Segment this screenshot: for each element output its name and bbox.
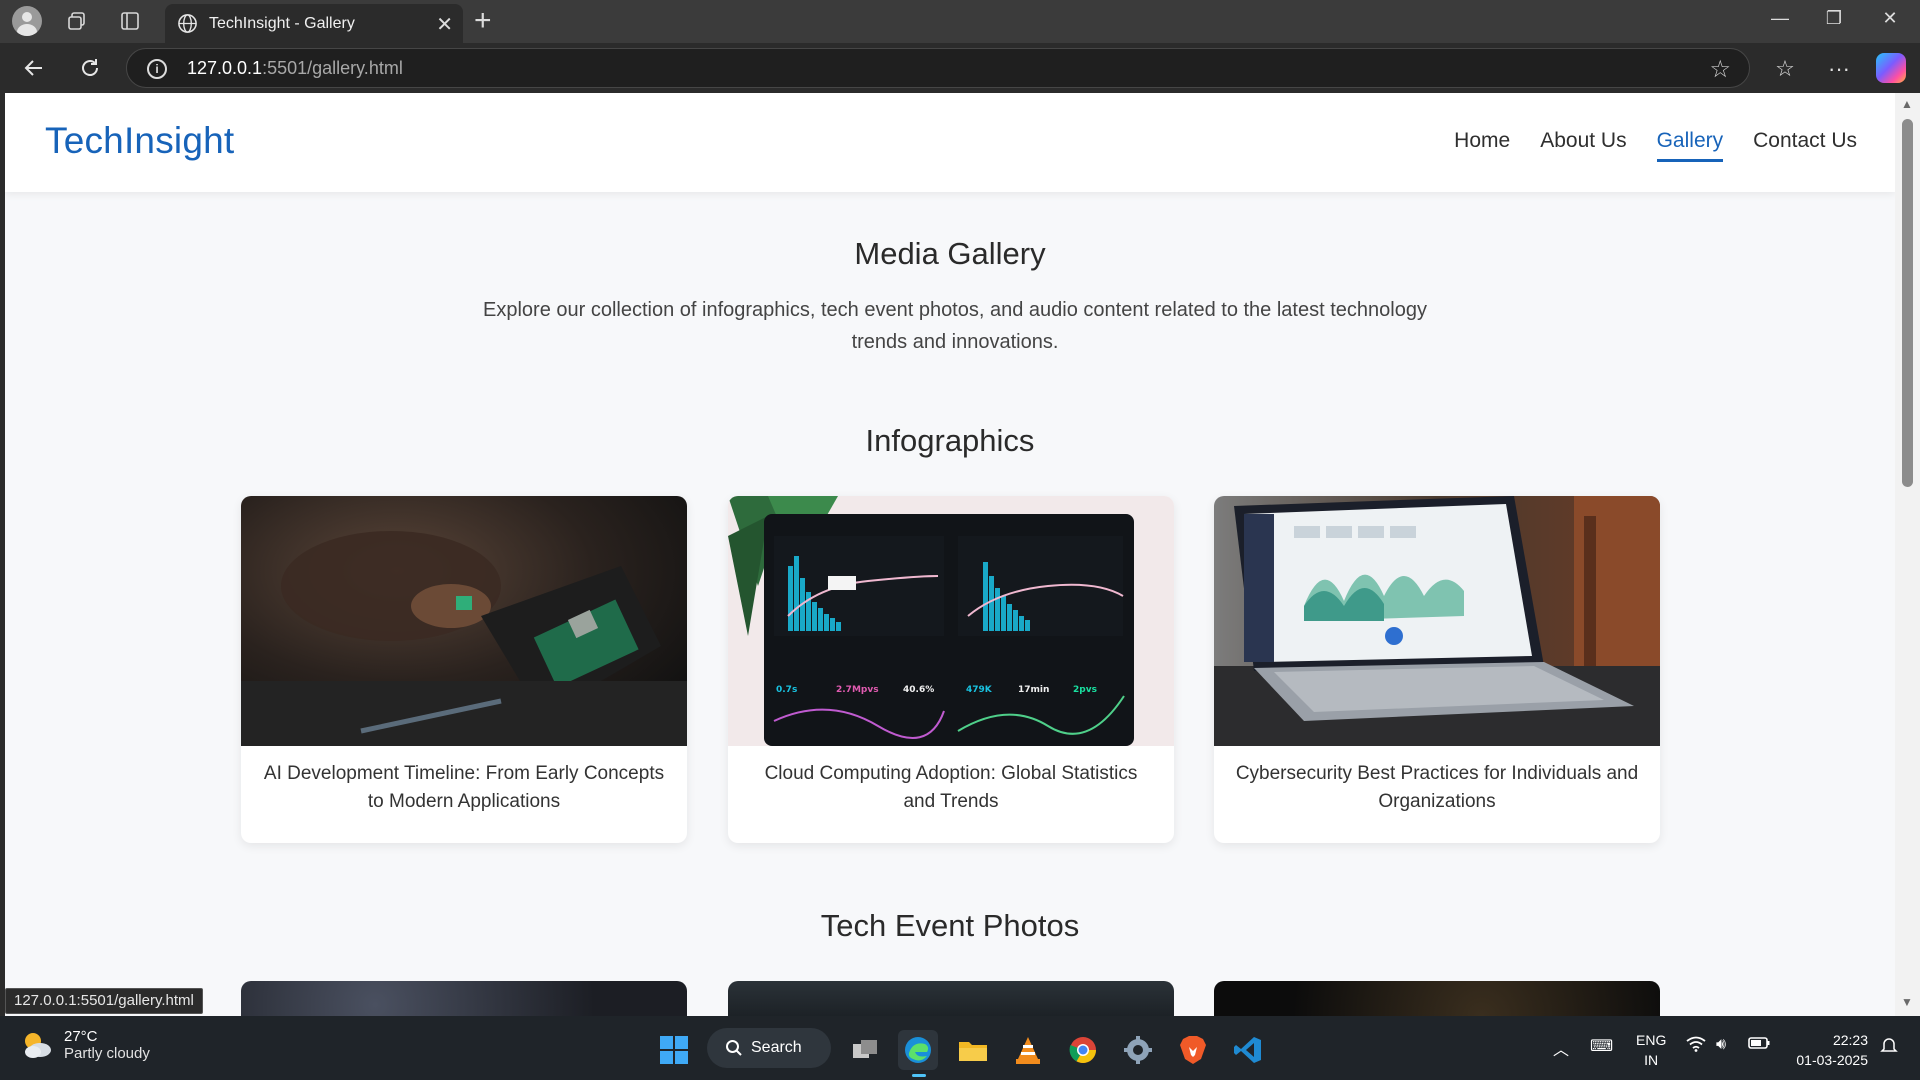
tab-title: TechInsight - Gallery (209, 14, 355, 32)
clock-time: 22:23 (1832, 1032, 1868, 1048)
url-path: :5501/gallery.html (262, 57, 403, 78)
clock-date: 01-03-2025 (1796, 1052, 1868, 1068)
site-header: TechInsight Home About Us Gallery Contac… (5, 93, 1895, 192)
link-status-tooltip: 127.0.0.1:5501/gallery.html (5, 988, 203, 1014)
nav-gallery[interactable]: Gallery (1656, 129, 1724, 162)
site-logo[interactable]: TechInsight (45, 120, 234, 162)
partly-cloudy-icon (20, 1028, 54, 1062)
chrome-icon[interactable] (1063, 1030, 1103, 1070)
new-tab-button[interactable]: + (474, 4, 492, 38)
svg-text:0.7s: 0.7s (776, 685, 797, 695)
nav-contact-us[interactable]: Contact Us (1753, 129, 1857, 162)
weather-widget[interactable]: 27°C Partly cloudy (20, 1028, 150, 1062)
brave-browser-icon[interactable] (1173, 1030, 1213, 1070)
svg-text:2.7Mpvs: 2.7Mpvs (836, 685, 879, 695)
page-title: Media Gallery (854, 236, 1046, 271)
battery-icon[interactable] (1748, 1036, 1770, 1055)
event-photo[interactable] (1214, 981, 1660, 1016)
refresh-button[interactable] (72, 53, 108, 83)
site-info-icon[interactable]: i (147, 59, 167, 79)
page-viewport: TechInsight Home About Us Gallery Contac… (5, 93, 1895, 1016)
infographics-heading: Infographics (865, 423, 1035, 458)
infographic-card[interactable]: Cybersecurity Best Practices for Individ… (1214, 496, 1660, 843)
settings-gear-icon[interactable] (1118, 1030, 1158, 1070)
infographic-card[interactable]: 0.7s 2.7Mpvs 40.6% 479K 17min 2pvs Cloud… (728, 496, 1174, 843)
infographic-image[interactable] (241, 496, 687, 746)
wifi-icon[interactable] (1686, 1036, 1706, 1057)
copilot-icon[interactable] (1876, 53, 1906, 83)
minimize-button[interactable]: — (1752, 8, 1808, 29)
task-view-icon[interactable] (845, 1030, 885, 1070)
taskbar-search-button[interactable]: Search (707, 1028, 831, 1068)
url-field[interactable]: i 127.0.0.1:5501/gallery.html ☆ (126, 48, 1750, 88)
search-icon (726, 1040, 742, 1056)
vertical-tabs-icon[interactable] (111, 8, 149, 34)
close-window-button[interactable]: ✕ (1862, 8, 1918, 29)
restore-button[interactable]: ❐ (1806, 8, 1862, 29)
close-tab-icon[interactable]: ✕ (436, 12, 453, 37)
input-language-indicator[interactable]: ENG IN (1636, 1030, 1666, 1070)
edge-browser-icon[interactable] (898, 1030, 938, 1070)
infographic-caption: Cybersecurity Best Practices for Individ… (1235, 763, 1639, 812)
vscode-icon[interactable] (1228, 1030, 1268, 1070)
keyboard-icon[interactable]: ⌨ (1590, 1036, 1613, 1056)
more-options-icon[interactable]: ··· (1822, 55, 1856, 83)
start-icon[interactable] (654, 1030, 694, 1070)
lang-code: ENG (1636, 1032, 1667, 1048)
file-explorer-icon[interactable] (953, 1030, 993, 1070)
infographic-image[interactable]: 0.7s 2.7Mpvs 40.6% 479K 17min 2pvs (728, 496, 1174, 746)
scrollbar-thumb[interactable] (1902, 119, 1913, 487)
svg-text:40.6%: 40.6% (903, 685, 934, 695)
address-toolbar: i 127.0.0.1:5501/gallery.html ☆ ☆ ··· (0, 43, 1920, 93)
main-nav: Home About Us Gallery Contact Us (1454, 129, 1857, 162)
favorites-icon[interactable]: ☆ (1768, 55, 1802, 83)
infographic-card[interactable]: AI Development Timeline: From Early Conc… (241, 496, 687, 843)
volume-icon[interactable]: 🔊︎ (1716, 1036, 1726, 1054)
system-clock[interactable]: 22:23 01-03-2025 (1796, 1030, 1868, 1070)
nav-home[interactable]: Home (1454, 129, 1510, 162)
scroll-up-icon[interactable]: ▲ (1901, 97, 1913, 111)
globe-icon (178, 14, 197, 33)
scroll-down-icon[interactable]: ▼ (1901, 995, 1913, 1009)
back-button[interactable] (16, 53, 52, 83)
browser-tab-strip: TechInsight - Gallery ✕ + — ❐ ✕ (0, 0, 1920, 43)
infographic-caption: AI Development Timeline: From Early Conc… (263, 763, 665, 812)
active-app-indicator (912, 1074, 926, 1077)
vlc-icon[interactable] (1008, 1030, 1048, 1070)
page-intro: Explore our collection of infographics, … (483, 299, 1427, 353)
show-hidden-icons-chevron-icon[interactable]: ︿ (1553, 1036, 1569, 1060)
notifications-icon[interactable] (1880, 1036, 1898, 1059)
taskbar-search-label: Search (751, 1039, 802, 1056)
svg-text:2pvs: 2pvs (1073, 685, 1097, 695)
tab-gallery[interactable]: TechInsight - Gallery ✕ (165, 4, 463, 43)
url-host: 127.0.0.1 (187, 57, 263, 78)
page-scrollbar[interactable]: ▲ ▼ (1895, 93, 1920, 1016)
weather-temperature: 27°C (64, 1028, 98, 1045)
nav-about-us[interactable]: About Us (1540, 129, 1626, 162)
event-photo[interactable] (241, 981, 687, 1016)
svg-text:479K: 479K (966, 685, 993, 695)
svg-text:17min: 17min (1018, 685, 1049, 695)
weather-condition: Partly cloudy (64, 1045, 150, 1062)
infographic-image[interactable] (1214, 496, 1660, 746)
event-photo[interactable] (728, 981, 1174, 1016)
favorite-star-icon[interactable]: ☆ (1709, 55, 1731, 84)
region-code: IN (1644, 1052, 1659, 1068)
windows-taskbar: 27°C Partly cloudy Search ︿ ⌨ ENG IN 🔊︎ … (0, 1016, 1920, 1080)
infographic-caption: Cloud Computing Adoption: Global Statist… (764, 763, 1138, 812)
profile-icon[interactable] (8, 6, 46, 36)
tech-event-photos-heading: Tech Event Photos (820, 908, 1080, 943)
workspaces-icon[interactable] (58, 8, 96, 34)
